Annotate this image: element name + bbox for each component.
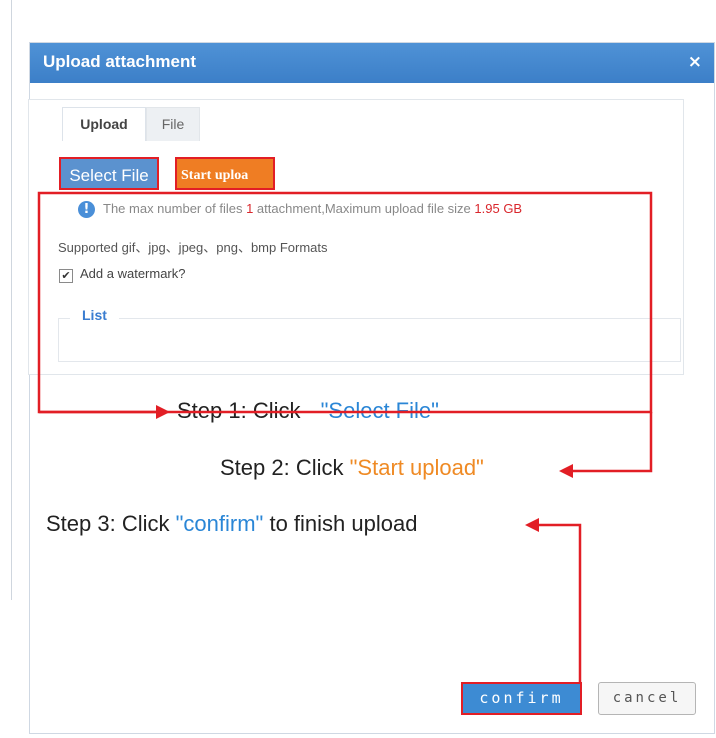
- annotation-overlay: [37, 191, 653, 682]
- annotation-frame: [37, 191, 653, 414]
- step-1-arrowhead: [156, 405, 170, 419]
- step-3-arrow: [538, 523, 582, 682]
- step-2-arrowhead: [559, 464, 573, 478]
- step-3-arrowhead: [525, 518, 539, 532]
- step-2-arrow: [572, 412, 653, 473]
